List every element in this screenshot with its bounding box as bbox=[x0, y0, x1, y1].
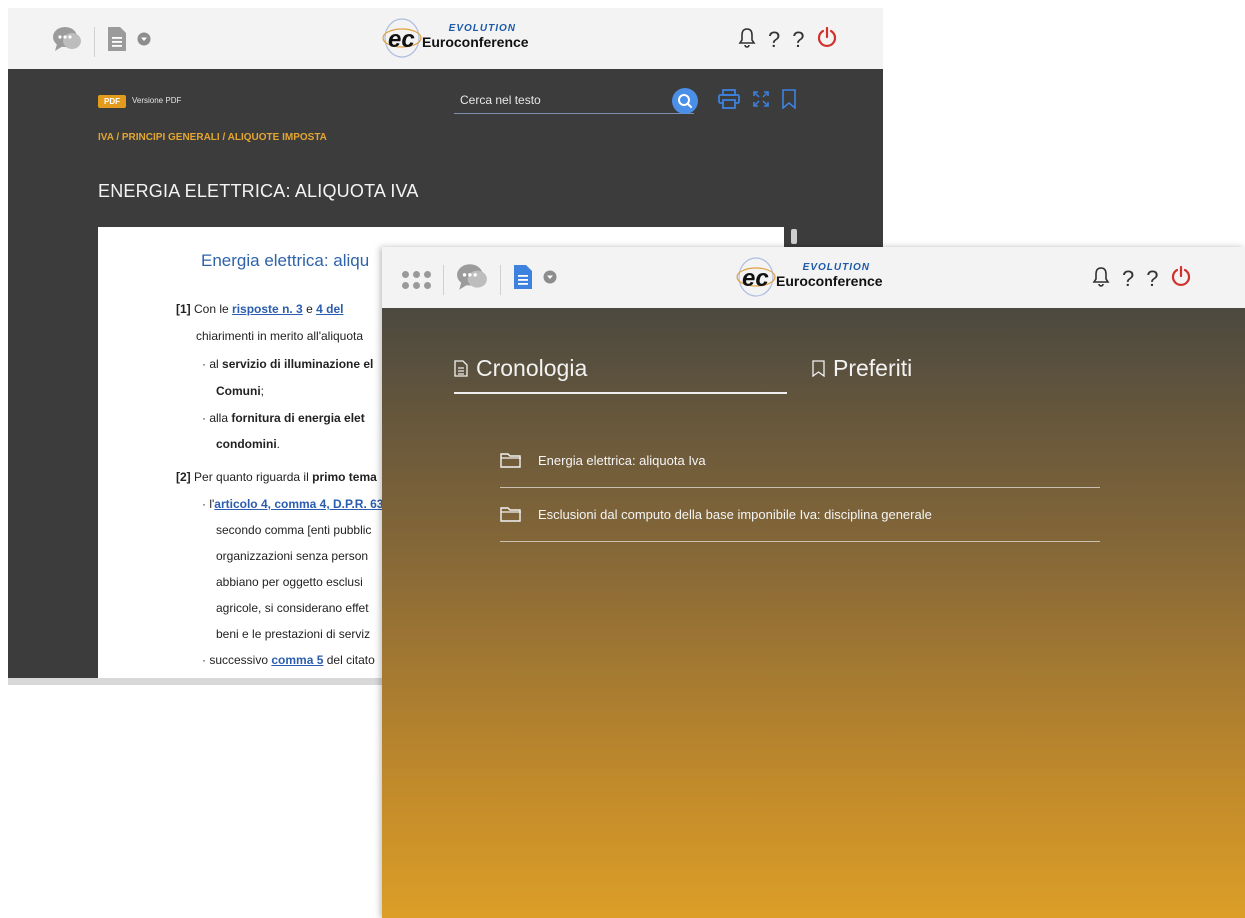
bold-text: Comuni bbox=[216, 384, 261, 398]
print-icon[interactable] bbox=[718, 89, 740, 114]
document-icon[interactable] bbox=[107, 26, 127, 57]
faq-button[interactable]: ? bbox=[1146, 266, 1158, 292]
text: · alla bbox=[202, 411, 229, 425]
scrollbar-thumb[interactable] bbox=[791, 229, 797, 244]
text: · al bbox=[202, 357, 219, 371]
history-item-label: Esclusioni dal computo della base imponi… bbox=[538, 506, 932, 522]
bullet-line: Comuni; bbox=[216, 384, 264, 398]
text: del citato bbox=[326, 653, 375, 667]
dropdown-circle-icon[interactable] bbox=[543, 270, 557, 289]
bell-icon[interactable] bbox=[1092, 265, 1110, 293]
help-button[interactable]: ? bbox=[768, 27, 780, 53]
toolbar-left bbox=[402, 263, 557, 296]
search-button[interactable] bbox=[672, 88, 698, 114]
tab-cronologia[interactable]: Cronologia bbox=[454, 355, 587, 382]
top-bar: ec EVOLUTION Euroconference ? ? bbox=[382, 247, 1245, 308]
text: · successivo bbox=[202, 653, 269, 667]
text: . bbox=[276, 437, 281, 451]
power-icon[interactable] bbox=[817, 26, 837, 54]
separator bbox=[500, 264, 501, 295]
active-tab-indicator bbox=[454, 392, 787, 394]
logo-text: EVOLUTION Euroconference bbox=[776, 257, 883, 297]
separator bbox=[94, 26, 95, 57]
chat-icon[interactable] bbox=[456, 263, 488, 296]
page-title: ENERGIA ELETTRICA: ALIQUOTA IVA bbox=[98, 181, 419, 201]
bullet-line: secondo comma [enti pubblic bbox=[216, 523, 372, 537]
bold-text: servizio di illuminazione el bbox=[222, 357, 374, 371]
history-item[interactable]: Esclusioni dal computo della base imponi… bbox=[500, 487, 1100, 542]
history-item[interactable]: Energia elettrica: aliquota Iva bbox=[500, 433, 1100, 488]
bookmark-icon[interactable] bbox=[782, 89, 796, 114]
toolbar-right: ? ? bbox=[1092, 265, 1191, 293]
document-title: Energia elettrica: aliqu bbox=[201, 251, 370, 270]
link-articolo-4[interactable]: articolo 4, comma 4, D.P.R. 63 bbox=[214, 497, 383, 511]
breadcrumb[interactable]: IVA / PRINCIPI GENERALI / ALIQUOTE IMPOS… bbox=[98, 132, 327, 143]
text: e bbox=[306, 302, 313, 316]
bullet-3: · l'articolo 4, comma 4, D.P.R. 63 bbox=[202, 497, 383, 511]
logo-name: Euroconference bbox=[422, 34, 529, 50]
faq-button[interactable]: ? bbox=[792, 27, 804, 53]
bullet-2: · alla fornitura di energia elet bbox=[202, 411, 365, 425]
folder-icon bbox=[500, 507, 521, 522]
bullet-line: organizzazioni senza person bbox=[216, 549, 369, 563]
toolbar-left bbox=[52, 26, 151, 57]
separator bbox=[443, 264, 444, 295]
paragraph-1: [1] Con le risposte n. 3 e 4 del bbox=[176, 302, 343, 316]
bold-text: fornitura di energia elet bbox=[231, 411, 365, 425]
svg-text:ec: ec bbox=[742, 265, 769, 292]
logo-name: Euroconference bbox=[776, 273, 883, 289]
link-comma-5[interactable]: comma 5 bbox=[271, 653, 323, 667]
text: · l' bbox=[202, 497, 215, 511]
bell-icon[interactable] bbox=[738, 26, 756, 54]
link-risposta-4[interactable]: 4 del bbox=[316, 302, 343, 316]
fullscreen-icon[interactable] bbox=[752, 90, 770, 113]
tab-label: Cronologia bbox=[476, 355, 588, 381]
folder-icon bbox=[500, 453, 521, 468]
dropdown-circle-icon[interactable] bbox=[137, 32, 151, 51]
text: Con le bbox=[194, 302, 229, 316]
document-icon bbox=[454, 360, 468, 377]
apps-grid-icon[interactable] bbox=[402, 270, 431, 289]
pdf-version-link[interactable]: Versione PDF bbox=[132, 96, 181, 105]
paragraph-ref: [1] bbox=[176, 302, 191, 316]
chat-icon[interactable] bbox=[52, 26, 82, 57]
search-icon bbox=[678, 94, 692, 108]
document-tools bbox=[718, 89, 796, 114]
bullet-line: beni e le prestazioni di serviz bbox=[216, 627, 371, 641]
power-icon[interactable] bbox=[1171, 265, 1191, 293]
svg-text:ec: ec bbox=[388, 26, 415, 53]
bold-text: primo tema bbox=[312, 470, 377, 484]
ec-logo-icon: ec bbox=[382, 18, 422, 58]
top-bar: ec EVOLUTION Euroconference ? ? bbox=[8, 8, 883, 69]
euroconference-logo[interactable]: ec EVOLUTION Euroconference bbox=[382, 16, 529, 60]
help-button[interactable]: ? bbox=[1122, 266, 1134, 292]
logo-evolution: EVOLUTION bbox=[802, 262, 870, 273]
document-icon[interactable] bbox=[513, 264, 533, 295]
bold-text: condomini bbox=[216, 437, 277, 451]
text: ; bbox=[260, 384, 265, 398]
tab-preferiti[interactable]: Preferiti bbox=[812, 355, 912, 382]
logo-text: EVOLUTION Euroconference bbox=[422, 18, 529, 58]
bullet-1: · al servizio di illuminazione el bbox=[202, 357, 373, 371]
link-risposte-3[interactable]: risposte n. 3 bbox=[232, 302, 303, 316]
search-box bbox=[454, 90, 694, 114]
paragraph-line: chiarimenti in merito all'aliquota bbox=[196, 329, 364, 343]
bullet-4: · successivo comma 5 del citato bbox=[202, 653, 375, 667]
toolbar-right: ? ? bbox=[738, 26, 837, 54]
search-input[interactable] bbox=[454, 90, 666, 110]
history-item-label: Energia elettrica: aliquota Iva bbox=[538, 452, 706, 468]
paragraph-ref: [2] bbox=[176, 470, 191, 484]
paragraph-2: [2] Per quanto riguarda il primo tema bbox=[176, 470, 377, 484]
history-window: ec EVOLUTION Euroconference ? ? Cronolog… bbox=[382, 247, 1245, 918]
bullet-line: abbiano per oggetto esclusi bbox=[216, 575, 363, 589]
bullet-line: condomini. bbox=[216, 437, 280, 451]
euroconference-logo[interactable]: ec EVOLUTION Euroconference bbox=[736, 255, 883, 299]
text: Per quanto riguarda il bbox=[194, 470, 309, 484]
bookmark-icon bbox=[812, 360, 825, 377]
tab-label: Preferiti bbox=[833, 355, 913, 381]
logo-evolution: EVOLUTION bbox=[448, 23, 516, 34]
pdf-badge[interactable]: PDF bbox=[98, 95, 126, 108]
ec-logo-icon: ec bbox=[736, 257, 776, 297]
bullet-line: agricole, si considerano effet bbox=[216, 601, 369, 615]
